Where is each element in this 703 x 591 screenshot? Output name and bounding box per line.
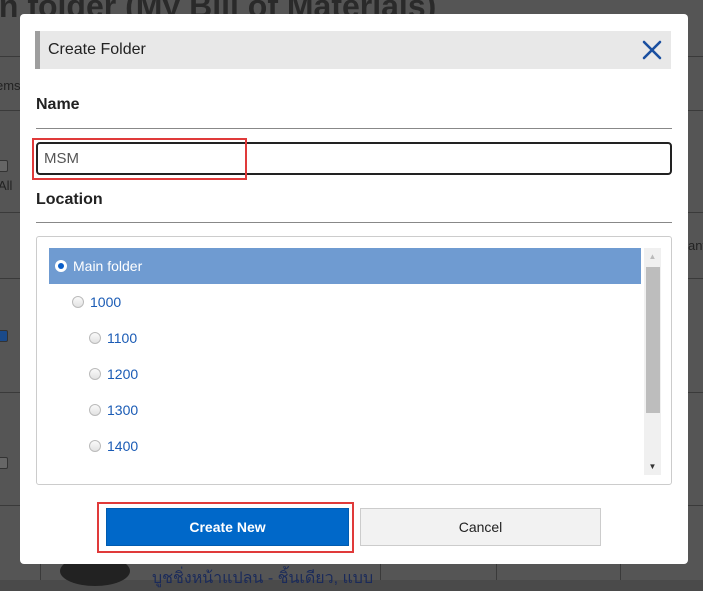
dialog-header: Create Folder [35,31,671,69]
divider [36,128,672,129]
tree-item-label: 1000 [90,294,122,310]
scrollbar-thumb[interactable] [646,267,660,413]
tree-item-main-folder[interactable]: Main folder [49,248,641,284]
scroll-up-arrow-icon[interactable]: ▲ [644,248,661,265]
create-new-button[interactable]: Create New [106,508,349,546]
row-checkbox[interactable] [0,457,8,469]
tree-item-1400[interactable]: 1400 [49,428,641,464]
radio-selected-icon[interactable] [55,260,67,272]
folder-name-input[interactable] [36,142,672,175]
radio-icon[interactable] [89,332,101,344]
radio-icon[interactable] [89,440,101,452]
name-label: Name [36,96,80,113]
column-header-fragment-right: ant [688,238,703,253]
dialog-title: Create Folder [48,41,146,58]
radio-icon[interactable] [89,404,101,416]
radio-icon[interactable] [72,296,84,308]
divider [36,222,672,223]
tree-item-1300[interactable]: 1300 [49,392,641,428]
cancel-button[interactable]: Cancel [360,508,601,546]
product-name: บูชชิ่งหน้าแปลน - ชิ้นเดียว, แบบ [152,570,374,587]
tree-item-1100[interactable]: 1100 [49,320,641,356]
location-tree: Main folder 1000 1100 1200 1300 1400 ▲ ▼ [36,236,672,485]
tree-item-1000[interactable]: 1000 [49,284,641,320]
radio-icon[interactable] [89,368,101,380]
location-label: Location [36,191,103,208]
tree-scrollbar[interactable]: ▲ ▼ [644,248,661,475]
tree-item-label: 1400 [107,438,139,454]
select-all-checkbox[interactable] [0,160,8,172]
tree-item-1200[interactable]: 1200 [49,356,641,392]
row-checkbox[interactable] [0,330,8,342]
select-all-label: All [0,178,13,193]
tree-item-label: 1100 [107,330,138,346]
tree-item-label: Main folder [73,258,143,274]
column-header-fragment: ems [0,78,21,93]
tree-item-label: 1300 [107,402,139,418]
close-icon[interactable] [639,37,665,63]
scroll-down-arrow-icon[interactable]: ▼ [644,458,661,475]
create-folder-dialog: Create Folder Name Location Main folder … [20,14,688,564]
tree-item-label: 1200 [107,366,139,382]
